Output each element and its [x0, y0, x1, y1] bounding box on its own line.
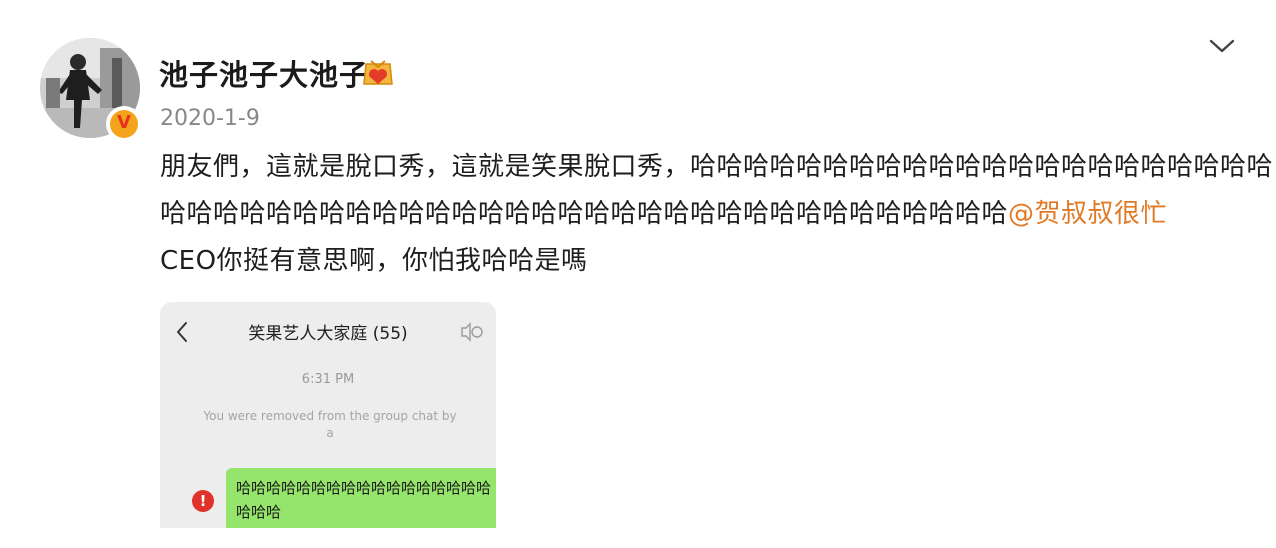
mention-link[interactable]: @贺叔叔很忙: [1008, 199, 1167, 229]
post-text-line-2: 哈哈哈哈哈哈哈哈哈哈哈哈哈哈哈哈哈哈哈哈哈哈哈哈哈哈哈哈哈哈哈哈@贺叔叔很忙: [160, 191, 1240, 238]
username[interactable]: 池子池子大池子: [159, 52, 369, 94]
chat-time: 6:31 PM: [301, 372, 355, 387]
post-date: 2020-1-9: [160, 106, 260, 131]
verified-badge-icon: V: [106, 106, 142, 142]
post-text-line-1: 朋友們，這就是脫口秀，這就是笑果脫口秀，哈哈哈哈哈哈哈哈哈哈哈哈哈哈哈哈哈哈哈哈…: [160, 152, 1274, 182]
system-notice: You were removed from the group chat by …: [180, 408, 480, 442]
chevron-down-icon[interactable]: [1207, 36, 1237, 56]
message-bubble: 哈哈哈哈哈哈哈哈哈哈哈哈哈哈哈哈哈哈哈哈: [226, 468, 496, 528]
post-body: 朋友們，這就是脫口秀，這就是笑果脫口秀，哈哈哈哈哈哈哈哈哈哈哈哈哈哈哈哈哈哈哈哈…: [160, 144, 1274, 285]
message-text: 哈哈哈哈哈哈哈哈哈哈哈哈哈哈哈哈哈哈哈哈: [236, 479, 492, 521]
post-text-line-3: CEO你挺有意思啊，你怕我哈哈是嗎: [160, 246, 588, 276]
system-notice-text: You were removed from the group chat by: [203, 409, 457, 423]
chat-title: 笑果艺人大家庭 (55): [248, 324, 408, 344]
send-failed-icon: !: [192, 490, 214, 512]
mute-icon: [458, 322, 484, 342]
member-level-icon[interactable]: [362, 58, 394, 88]
post-text-line-2-text: 哈哈哈哈哈哈哈哈哈哈哈哈哈哈哈哈哈哈哈哈哈哈哈哈哈哈哈哈哈哈哈哈: [160, 199, 1009, 229]
system-notice-suffix: a: [326, 426, 334, 440]
embedded-chat-screenshot[interactable]: 笑果艺人大家庭 (55) 6:31 PM You were removed fr…: [160, 302, 496, 528]
